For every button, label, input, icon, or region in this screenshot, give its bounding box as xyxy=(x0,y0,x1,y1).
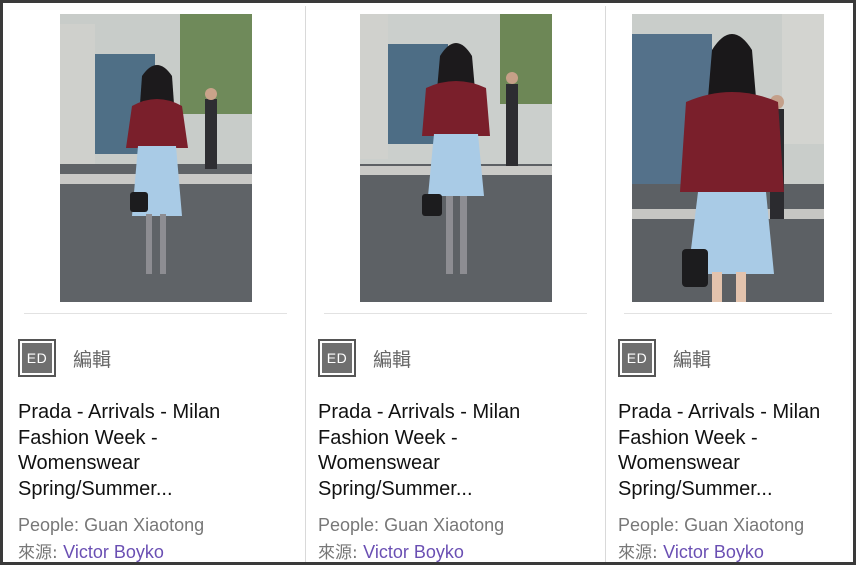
people-line: People: Guan Xiaotong xyxy=(318,512,595,539)
image-meta: People: Guan Xiaotong 來源: Victor Boyko xyxy=(18,512,295,567)
source-link[interactable]: Victor Boyko xyxy=(363,542,464,562)
editor-badge-icon: ED xyxy=(318,339,356,377)
people-prefix: People: xyxy=(18,515,85,535)
image-card: ED 編輯 Prada - Arrivals - Milan Fashion W… xyxy=(6,6,306,563)
divider xyxy=(324,313,587,314)
editor-label: 編輯 xyxy=(73,348,112,371)
people-name: Guan Xiaotong xyxy=(684,515,805,535)
source-line: 來源: Victor Boyko xyxy=(618,539,840,567)
photo-container xyxy=(16,6,295,313)
image-title-link[interactable]: Prada - Arrivals - Milan Fashion Week - … xyxy=(18,400,258,502)
people-name: Guan Xiaotong xyxy=(384,515,505,535)
photo-container xyxy=(316,6,595,313)
source-link[interactable]: Victor Boyko xyxy=(63,542,164,562)
people-name: Guan Xiaotong xyxy=(84,515,205,535)
image-title-link[interactable]: Prada - Arrivals - Milan Fashion Week - … xyxy=(318,400,558,502)
image-card: ED 編輯 Prada - Arrivals - Milan Fashion W… xyxy=(606,6,850,563)
source-prefix: 來源: xyxy=(318,543,364,563)
editor-label: 編輯 xyxy=(673,348,712,371)
thumbnail-image[interactable] xyxy=(632,14,824,302)
divider xyxy=(624,313,832,314)
editor-badge-text: ED xyxy=(322,343,352,373)
editor-badge-icon: ED xyxy=(18,339,56,377)
people-line: People: Guan Xiaotong xyxy=(18,512,295,539)
results-grid: ED 編輯 Prada - Arrivals - Milan Fashion W… xyxy=(6,6,850,563)
people-prefix: People: xyxy=(618,515,685,535)
thumbnail-image[interactable] xyxy=(59,14,252,302)
editor-badge-text: ED xyxy=(622,343,652,373)
people-prefix: People: xyxy=(318,515,385,535)
image-title-link[interactable]: Prada - Arrivals - Milan Fashion Week - … xyxy=(618,400,856,502)
source-prefix: 來源: xyxy=(618,543,664,563)
photo-container xyxy=(616,6,840,313)
editor-byline: ED 編輯 xyxy=(16,339,295,377)
editor-label: 編輯 xyxy=(373,348,412,371)
people-line: People: Guan Xiaotong xyxy=(618,512,840,539)
thumbnail-image[interactable] xyxy=(359,14,552,302)
image-meta: People: Guan Xiaotong 來源: Victor Boyko xyxy=(318,512,595,567)
editor-byline: ED 編輯 xyxy=(616,339,840,377)
source-prefix: 來源: xyxy=(18,543,64,563)
editor-badge-icon: ED xyxy=(618,339,656,377)
image-card: ED 編輯 Prada - Arrivals - Milan Fashion W… xyxy=(306,6,606,563)
source-line: 來源: Victor Boyko xyxy=(18,539,295,567)
editor-byline: ED 編輯 xyxy=(316,339,595,377)
results-grid-frame: ED 編輯 Prada - Arrivals - Milan Fashion W… xyxy=(0,0,856,565)
image-meta: People: Guan Xiaotong 來源: Victor Boyko xyxy=(618,512,840,567)
editor-badge-text: ED xyxy=(22,343,52,373)
divider xyxy=(24,313,287,314)
source-link[interactable]: Victor Boyko xyxy=(663,542,764,562)
source-line: 來源: Victor Boyko xyxy=(318,539,595,567)
